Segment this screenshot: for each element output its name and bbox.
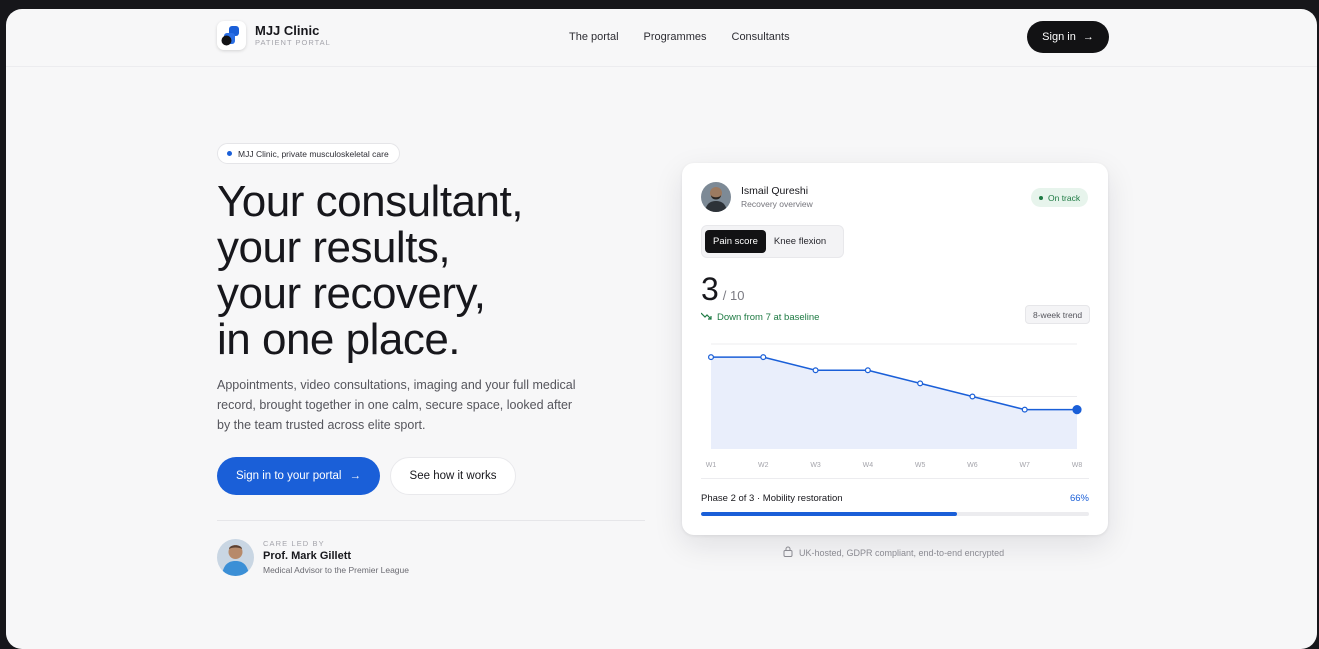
hero-description: Appointments, video consultations, imagi… [217, 378, 576, 432]
sign-in-portal-button[interactable]: Sign in to your portal → [217, 457, 380, 495]
chart-x-tick-label: W8 [1072, 462, 1083, 469]
intro-pill: MJJ Clinic, private musculoskeletal care [217, 143, 400, 164]
brand-name: MJJ Clinic [255, 23, 320, 38]
brand-subtitle: PATIENT PORTAL [255, 38, 331, 47]
chart-x-tick-label: W5 [915, 462, 926, 469]
phase-label: Phase 2 of 3 · Mobility restoration [701, 493, 843, 504]
primary-cta-label: Sign in to your portal [236, 470, 342, 482]
nav-links: The portal Programmes Consultants [569, 31, 790, 43]
care-led-caption: CARE LED BY [263, 539, 325, 548]
security-note: UK-hosted, GDPR compliant, end-to-end en… [783, 546, 1004, 559]
chart-area [711, 357, 1077, 449]
score-change-label: Down from 7 at baseline [717, 312, 820, 323]
lock-icon [783, 546, 793, 559]
nav-link-consultants[interactable]: Consultants [732, 31, 790, 43]
card-divider [701, 478, 1089, 479]
patient-subtitle: Recovery overview [741, 199, 813, 209]
see-how-it-works-button[interactable]: See how it works [390, 457, 516, 495]
brand[interactable]: MJJ Clinic PATIENT PORTAL [217, 21, 331, 50]
arrow-right-icon: → [1082, 31, 1094, 43]
chart-point [1072, 405, 1082, 415]
headline-line: your recovery, [217, 269, 486, 318]
status-label: On track [1048, 192, 1081, 203]
chart-x-tick-label: W7 [1019, 462, 1030, 469]
sign-in-button[interactable]: Sign in → [1027, 21, 1109, 53]
hero-headline: Your consultant, your results, your reco… [217, 179, 637, 363]
hero-divider [217, 520, 645, 521]
chart-point [917, 380, 924, 387]
care-lead: CARE LED BY Prof. Mark Gillett Medical A… [217, 539, 409, 576]
headline-line: Your consultant, [217, 177, 523, 226]
status-dot-icon [1039, 195, 1043, 200]
consultant-avatar [217, 539, 254, 576]
status-badge: On track [1031, 188, 1089, 207]
trend-down-icon [700, 312, 712, 323]
score-value: 3 [701, 271, 719, 307]
chart-point [760, 354, 767, 361]
recovery-card: Ismail Qureshi Recovery overview On trac… [682, 163, 1108, 535]
trend-badge: 8-week trend [1025, 305, 1091, 324]
chart-point [812, 367, 819, 374]
metric-tabs: Pain score Knee flexion [701, 225, 844, 258]
tab-pain-score[interactable]: Pain score [705, 230, 766, 253]
sign-in-label: Sign in [1042, 31, 1076, 43]
secondary-cta-label: See how it works [409, 470, 497, 482]
chart-x-tick-label: W3 [810, 462, 821, 469]
headline-line: in one place. [217, 315, 461, 364]
security-note-text: UK-hosted, GDPR compliant, end-to-end en… [799, 547, 1005, 558]
consultant-name: Prof. Mark Gillett [263, 550, 352, 562]
chart-point [1021, 406, 1028, 413]
phase-percent: 66% [1069, 493, 1089, 504]
chart-point [864, 367, 871, 374]
chart-x-tick-label: W4 [863, 462, 874, 469]
consultant-role: Medical Advisor to the Premier League [263, 565, 409, 575]
patient-name: Ismail Qureshi [741, 185, 809, 197]
patient-avatar [701, 182, 731, 212]
headline-line: your results, [217, 223, 451, 272]
clinic-logo-icon [217, 21, 246, 50]
chart-x-tick-label: W2 [758, 462, 769, 469]
chart-x-tick-label: W6 [967, 462, 978, 469]
chart-point [969, 393, 976, 400]
score-max: / 10 [722, 288, 745, 303]
score-change: Down from 7 at baseline [700, 312, 820, 323]
browser-window: MJJ Clinic PATIENT PORTAL The portal Pro… [6, 9, 1317, 649]
chart-point [707, 354, 715, 361]
tab-knee-flexion[interactable]: Knee flexion [766, 230, 834, 253]
nav-link-portal[interactable]: The portal [569, 31, 619, 43]
phase-progress-bar [701, 512, 1089, 516]
arrow-right-icon: → [349, 470, 361, 482]
patient-header: Ismail Qureshi Recovery overview [701, 182, 813, 212]
score-readout: 3 / 10 [701, 271, 744, 307]
top-nav: MJJ Clinic PATIENT PORTAL The portal Pro… [6, 9, 1317, 67]
nav-link-programmes[interactable]: Programmes [644, 31, 707, 43]
phase-progress-fill [701, 512, 958, 516]
chart-x-tick-label: W1 [706, 462, 717, 469]
pill-text: MJJ Clinic, private musculoskeletal care [238, 148, 389, 159]
pill-dot-icon [227, 151, 232, 156]
pain-trend-chart: W1 W2 W3 W4 W5 W6 W7 W8 [706, 343, 1083, 469]
